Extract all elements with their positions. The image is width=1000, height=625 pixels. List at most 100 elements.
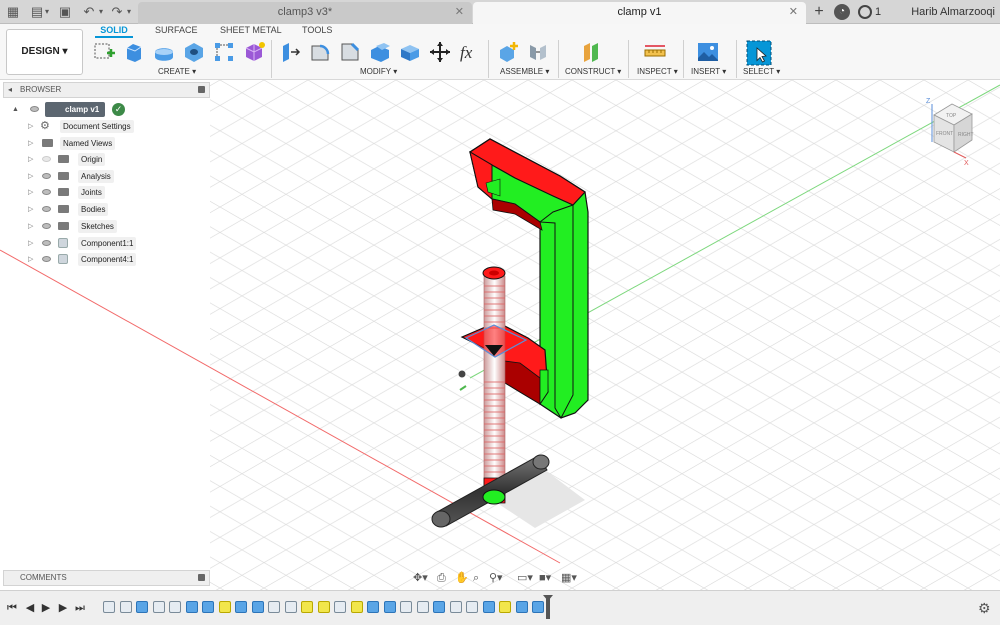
go-to-end-icon[interactable]: ⏭ bbox=[74, 601, 86, 615]
file-dropdown-icon[interactable]: ▾ bbox=[43, 4, 51, 20]
look-at-icon[interactable]: ⎙ bbox=[437, 571, 446, 586]
step-forward-icon[interactable]: ▶ bbox=[57, 601, 69, 615]
press-pull-icon[interactable] bbox=[278, 40, 302, 64]
extrude-icon[interactable] bbox=[122, 40, 146, 64]
move-copy-icon[interactable] bbox=[428, 40, 452, 64]
hole-icon[interactable] bbox=[182, 40, 206, 64]
zoom-icon[interactable]: ⌕ bbox=[473, 571, 479, 586]
undo-dropdown-icon[interactable]: ▾ bbox=[97, 4, 105, 20]
file-icon[interactable]: ▤ bbox=[30, 4, 44, 20]
step-back-icon[interactable]: ◀ bbox=[24, 601, 36, 615]
job-status-icon[interactable]: ◔ bbox=[834, 4, 850, 20]
visibility-eye-icon[interactable] bbox=[42, 223, 51, 229]
tab-sheet-metal[interactable]: SHEET METAL bbox=[220, 24, 282, 36]
expand-arrow-icon[interactable]: ▲ bbox=[12, 102, 19, 117]
timeline-feature-icon[interactable] bbox=[251, 601, 264, 613]
tab-tools[interactable]: TOOLS bbox=[302, 24, 332, 36]
visibility-eye-icon[interactable] bbox=[30, 106, 39, 112]
timeline-feature-icon[interactable] bbox=[317, 601, 330, 613]
expand-arrow-icon[interactable]: ▷ bbox=[28, 252, 33, 267]
fit-zoom-icon[interactable]: ⚲▾ bbox=[489, 571, 503, 586]
timeline-feature-icon[interactable] bbox=[136, 601, 148, 613]
select-icon[interactable] bbox=[746, 40, 772, 66]
timeline-feature-icon[interactable] bbox=[367, 601, 379, 613]
modify-menu[interactable]: MODIFY bbox=[360, 67, 397, 76]
construct-menu[interactable]: CONSTRUCT bbox=[565, 67, 621, 76]
notifications-button[interactable]: 1 bbox=[858, 4, 881, 20]
shell-icon[interactable] bbox=[368, 40, 392, 64]
expand-arrow-icon[interactable]: ▷ bbox=[28, 219, 33, 234]
browser-panel-header[interactable]: ◂ BROWSER bbox=[3, 82, 210, 98]
timeline-feature-icon[interactable] bbox=[400, 601, 412, 613]
user-account[interactable]: Harib Almarzooqi bbox=[903, 4, 995, 20]
timeline-feature-icon[interactable] bbox=[218, 601, 231, 613]
visibility-eye-icon[interactable] bbox=[42, 206, 51, 212]
visibility-eye-icon[interactable] bbox=[42, 240, 51, 246]
undo-icon[interactable]: ↶ bbox=[82, 4, 96, 20]
insert-image-icon[interactable] bbox=[696, 40, 720, 64]
grid-snaps-icon[interactable]: ■▾ bbox=[539, 571, 551, 586]
orbit-icon[interactable]: ✥▾ bbox=[413, 571, 428, 586]
measure-icon[interactable] bbox=[643, 40, 667, 64]
display-settings-icon[interactable]: ▭▾ bbox=[517, 571, 533, 586]
workspace-selector[interactable]: DESIGN ▾ bbox=[6, 29, 83, 75]
timeline-marker[interactable] bbox=[543, 595, 553, 619]
expand-arrow-icon[interactable]: ▷ bbox=[28, 185, 33, 200]
expand-arrow-icon[interactable]: ▷ bbox=[28, 236, 33, 251]
create-menu[interactable]: CREATE bbox=[158, 67, 196, 76]
timeline-settings-gear-icon[interactable]: ⚙ bbox=[978, 600, 991, 617]
timeline-feature-icon[interactable] bbox=[185, 601, 198, 613]
tab-solid[interactable]: SOLID bbox=[95, 24, 133, 38]
timeline-feature-icon[interactable] bbox=[235, 601, 247, 613]
timeline-feature-icon[interactable] bbox=[334, 601, 346, 613]
expand-arrow-icon[interactable]: ▷ bbox=[28, 152, 33, 167]
go-to-start-icon[interactable]: ⏮ bbox=[6, 601, 18, 615]
collapse-browser-icon[interactable]: ◂ bbox=[8, 83, 12, 97]
new-tab-button[interactable]: + bbox=[810, 3, 828, 21]
timeline-feature-icon[interactable] bbox=[532, 601, 544, 613]
timeline-feature-icon[interactable] bbox=[202, 601, 214, 613]
visibility-eye-icon[interactable] bbox=[42, 189, 51, 195]
comments-panel[interactable]: COMMENTS bbox=[3, 570, 210, 586]
assemble-menu[interactable]: ASSEMBLE bbox=[500, 67, 549, 76]
fillet-icon[interactable] bbox=[308, 40, 332, 64]
timeline-feature-icon[interactable] bbox=[416, 601, 429, 613]
tab-surface[interactable]: SURFACE bbox=[155, 24, 198, 36]
visibility-eye-icon[interactable] bbox=[42, 256, 51, 262]
tab-clamp3[interactable]: clamp3 v3* ✕ bbox=[138, 2, 472, 24]
add-comment-icon[interactable] bbox=[198, 574, 205, 581]
rectangular-pattern-icon[interactable] bbox=[212, 40, 236, 64]
pin-icon[interactable] bbox=[198, 86, 205, 93]
timeline-feature-icon[interactable] bbox=[466, 601, 478, 613]
timeline-feature-icon[interactable] bbox=[515, 601, 528, 613]
3d-viewport[interactable]: TOP FRONT RIGHT Z X bbox=[0, 80, 1000, 590]
timeline-feature-icon[interactable] bbox=[152, 601, 165, 613]
create-sketch-icon[interactable] bbox=[92, 40, 116, 64]
parameters-icon[interactable]: fx bbox=[458, 40, 482, 64]
timeline-feature-icon[interactable] bbox=[433, 601, 445, 613]
play-icon[interactable]: ▶ bbox=[40, 601, 52, 615]
tab-clamp-active[interactable]: clamp v1 ✕ bbox=[473, 2, 806, 24]
timeline-feature-icon[interactable] bbox=[103, 601, 115, 613]
visibility-eye-icon[interactable] bbox=[42, 156, 51, 162]
timeline-feature-icon[interactable] bbox=[499, 601, 511, 613]
revolve-icon[interactable] bbox=[152, 40, 176, 64]
expand-arrow-icon[interactable]: ▷ bbox=[28, 202, 33, 217]
redo-icon[interactable]: ↷ bbox=[110, 4, 124, 20]
screw-rod[interactable] bbox=[482, 266, 506, 504]
create-form-icon[interactable] bbox=[242, 40, 266, 64]
offset-plane-icon[interactable] bbox=[580, 40, 604, 64]
expand-arrow-icon[interactable]: ▷ bbox=[28, 119, 33, 134]
chamfer-icon[interactable] bbox=[338, 40, 362, 64]
timeline-feature-icon[interactable] bbox=[119, 601, 132, 613]
app-menu-icon[interactable]: ▦ bbox=[6, 4, 20, 20]
timeline-feature-icon[interactable] bbox=[350, 601, 363, 613]
save-icon[interactable]: ▣ bbox=[58, 4, 72, 20]
timeline-feature-icon[interactable] bbox=[449, 601, 462, 613]
pan-hand-icon[interactable]: ✋ bbox=[455, 571, 469, 586]
timeline-feature-icon[interactable] bbox=[268, 601, 280, 613]
viewports-icon[interactable]: ▦▾ bbox=[561, 571, 577, 586]
visibility-eye-icon[interactable] bbox=[42, 173, 51, 179]
joint-icon[interactable] bbox=[526, 40, 550, 64]
new-component-icon[interactable] bbox=[496, 40, 520, 64]
